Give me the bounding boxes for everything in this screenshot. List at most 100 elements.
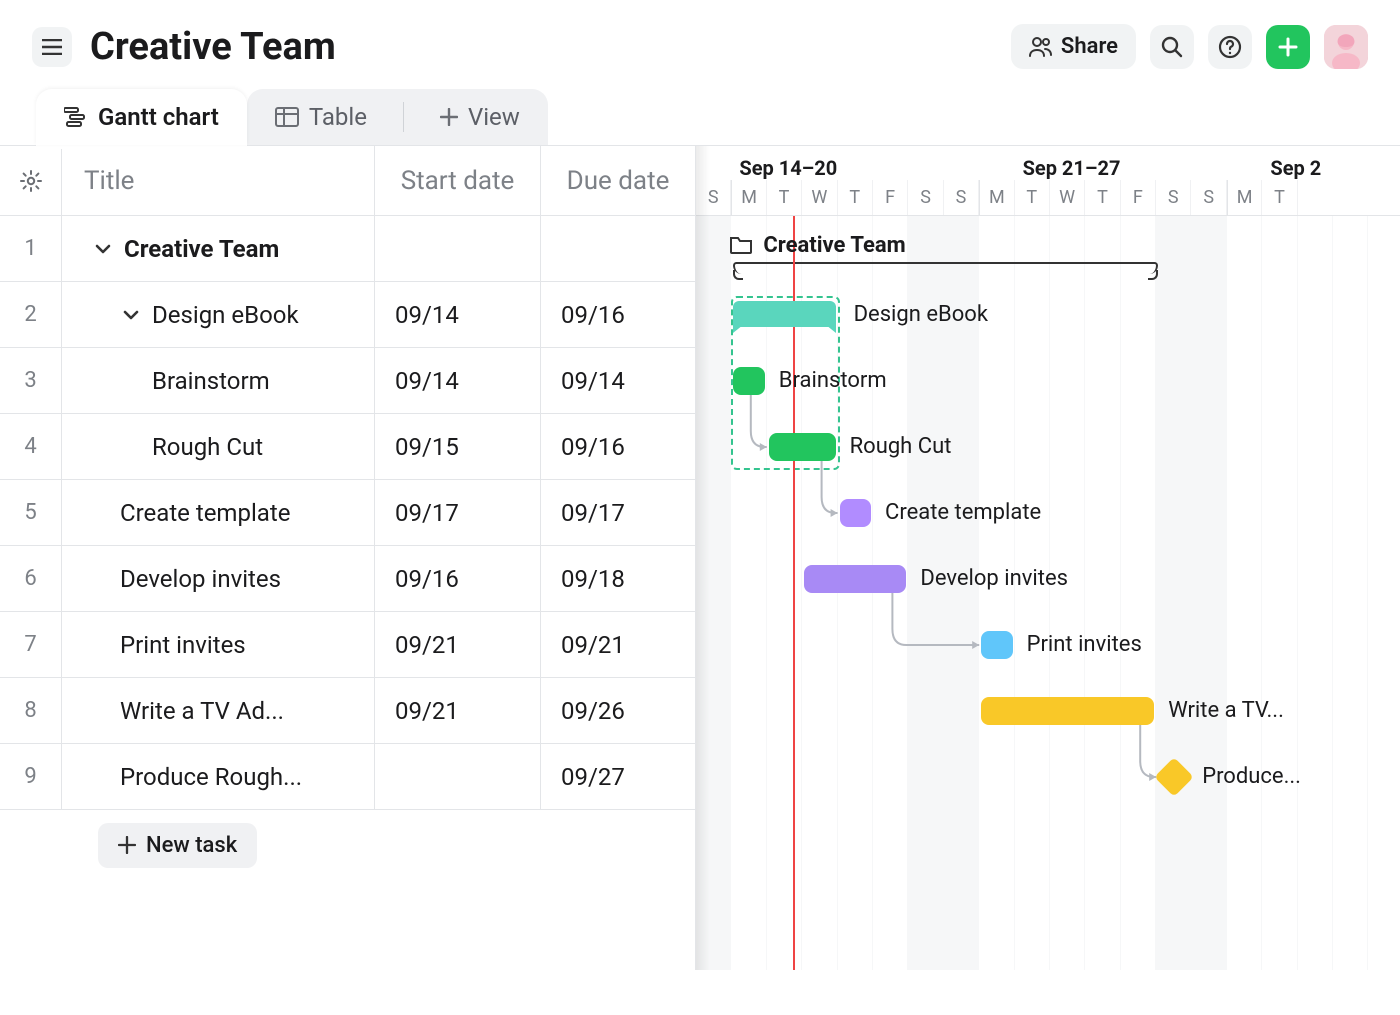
row-start-date[interactable]: 09/14: [375, 282, 541, 347]
table-row[interactable]: 4Rough Cut09/1509/16: [0, 414, 695, 480]
help-button[interactable]: [1208, 25, 1252, 69]
table-row[interactable]: 6Develop invites09/1609/18: [0, 546, 695, 612]
search-button[interactable]: [1150, 25, 1194, 69]
gantt-timeline[interactable]: Sep 14–20 Sep 21–27 Sep 2 SMTWTFSSMTWTFS…: [696, 146, 1400, 970]
table-row[interactable]: 7 Print invites 09/2109/21: [0, 612, 695, 678]
gantt-folder-range: [733, 262, 1158, 274]
day-header-cell: T: [1262, 180, 1297, 215]
row-start-date[interactable]: 09/21: [375, 678, 541, 743]
day-header-cell: F: [873, 180, 908, 215]
row-number: 2: [0, 282, 62, 347]
people-icon: [1029, 36, 1053, 58]
row-due-date[interactable]: 09/17: [541, 480, 695, 545]
col-header-due[interactable]: Due date: [541, 146, 695, 215]
row-number: 6: [0, 546, 62, 611]
menu-button[interactable]: [32, 27, 72, 67]
gantt-bar[interactable]: [769, 433, 836, 461]
row-start-date[interactable]: [375, 744, 541, 809]
row-title-cell[interactable]: Brainstorm: [62, 348, 375, 413]
row-due-date[interactable]: 09/18: [541, 546, 695, 611]
table-row[interactable]: 8Write a TV Ad...09/2109/26: [0, 678, 695, 744]
search-icon: [1161, 36, 1183, 58]
row-title-cell[interactable]: Create template: [62, 480, 375, 545]
row-number: 1: [0, 216, 62, 281]
row-due-date[interactable]: 09/16: [541, 414, 695, 479]
table-row[interactable]: 9Produce Rough...09/27: [0, 744, 695, 810]
gear-icon: [19, 169, 43, 193]
row-due-date[interactable]: 09/27: [541, 744, 695, 809]
week-label-1: Sep 14–20: [731, 146, 1014, 180]
gantt-bar-label: Develop invites: [920, 566, 1068, 591]
day-header-cell: T: [767, 180, 802, 215]
row-title-text: Create template: [120, 499, 290, 527]
row-title-cell[interactable]: Print invites: [62, 612, 375, 677]
timeline-header: Sep 14–20 Sep 21–27 Sep 2 SMTWTFSSMTWTFS…: [696, 146, 1400, 216]
gantt-bar[interactable]: [733, 367, 764, 395]
day-header-cell: W: [802, 180, 837, 215]
gantt-bar[interactable]: [840, 499, 871, 527]
row-title-cell[interactable]: Produce Rough...: [62, 744, 375, 809]
table-row[interactable]: 5Create template09/1709/17: [0, 480, 695, 546]
row-start-date[interactable]: 09/16: [375, 546, 541, 611]
row-due-date[interactable]: 09/14: [541, 348, 695, 413]
row-title-cell[interactable]: Rough Cut: [62, 414, 375, 479]
gantt-bar[interactable]: [804, 565, 906, 593]
row-start-date[interactable]: [375, 216, 541, 281]
task-table: Title Start date Due date 1 Creative Team…: [0, 146, 696, 970]
today-indicator: [793, 216, 795, 970]
col-header-title[interactable]: Title: [62, 146, 375, 215]
row-title-text: Print invites: [120, 631, 246, 659]
gantt-bar[interactable]: [981, 697, 1154, 725]
new-task-button[interactable]: New task: [98, 823, 257, 868]
chevron-down-icon[interactable]: [92, 238, 114, 260]
row-title-cell[interactable]: Creative Team: [62, 216, 375, 281]
gantt-summary-bar[interactable]: [733, 301, 835, 327]
day-header-cell: T: [838, 180, 873, 215]
row-due-date[interactable]: 09/26: [541, 678, 695, 743]
tab-add-view[interactable]: View: [412, 89, 548, 145]
table-row[interactable]: 3Brainstorm09/1409/14: [0, 348, 695, 414]
day-header-cell: M: [731, 180, 766, 215]
row-start-date[interactable]: 09/21: [375, 612, 541, 677]
table-row[interactable]: 2 Design eBook 09/1409/16: [0, 282, 695, 348]
row-title-text: Design eBook: [152, 301, 299, 329]
help-icon: [1218, 35, 1242, 59]
col-header-start[interactable]: Start date: [375, 146, 541, 215]
settings-button[interactable]: [0, 146, 62, 215]
gantt-milestone[interactable]: [1154, 757, 1194, 797]
row-due-date[interactable]: [541, 216, 695, 281]
avatar-image: [1324, 25, 1368, 69]
gantt-bar-label: Print invites: [1027, 632, 1142, 657]
table-icon: [275, 107, 299, 127]
day-header-cell: S: [1156, 180, 1191, 215]
row-title-cell[interactable]: Write a TV Ad...: [62, 678, 375, 743]
row-due-date[interactable]: 09/21: [541, 612, 695, 677]
gantt-icon: [64, 107, 88, 127]
row-start-date[interactable]: 09/15: [375, 414, 541, 479]
row-number: 3: [0, 348, 62, 413]
app-header: Creative Team Share: [0, 0, 1400, 81]
row-start-date[interactable]: 09/14: [375, 348, 541, 413]
row-start-date[interactable]: 09/17: [375, 480, 541, 545]
gantt-bar[interactable]: [981, 631, 1012, 659]
row-title-cell[interactable]: Design eBook: [62, 282, 375, 347]
tab-gantt[interactable]: Gantt chart: [36, 89, 247, 145]
add-button[interactable]: [1266, 25, 1310, 69]
gantt-folder-label: Creative Team: [763, 233, 905, 258]
day-header-cell: W: [1050, 180, 1085, 215]
timeline-body[interactable]: Creative TeamDesign eBookBrainstormRough…: [696, 216, 1400, 970]
week-label-3: Sep 2: [1262, 146, 1400, 180]
tab-table[interactable]: Table: [247, 89, 395, 145]
row-title-text: Creative Team: [124, 235, 279, 263]
user-avatar[interactable]: [1324, 25, 1368, 69]
day-header-cell: M: [979, 180, 1014, 215]
row-title-cell[interactable]: Develop invites: [62, 546, 375, 611]
day-header-cell: T: [1015, 180, 1050, 215]
gantt-bar-label: Design eBook: [854, 302, 988, 327]
row-number: 7: [0, 612, 62, 677]
row-due-date[interactable]: 09/16: [541, 282, 695, 347]
share-button[interactable]: Share: [1011, 24, 1136, 69]
gantt-bar-label: Produce...: [1202, 764, 1301, 789]
chevron-down-icon[interactable]: [120, 304, 142, 326]
table-row[interactable]: 1 Creative Team: [0, 216, 695, 282]
